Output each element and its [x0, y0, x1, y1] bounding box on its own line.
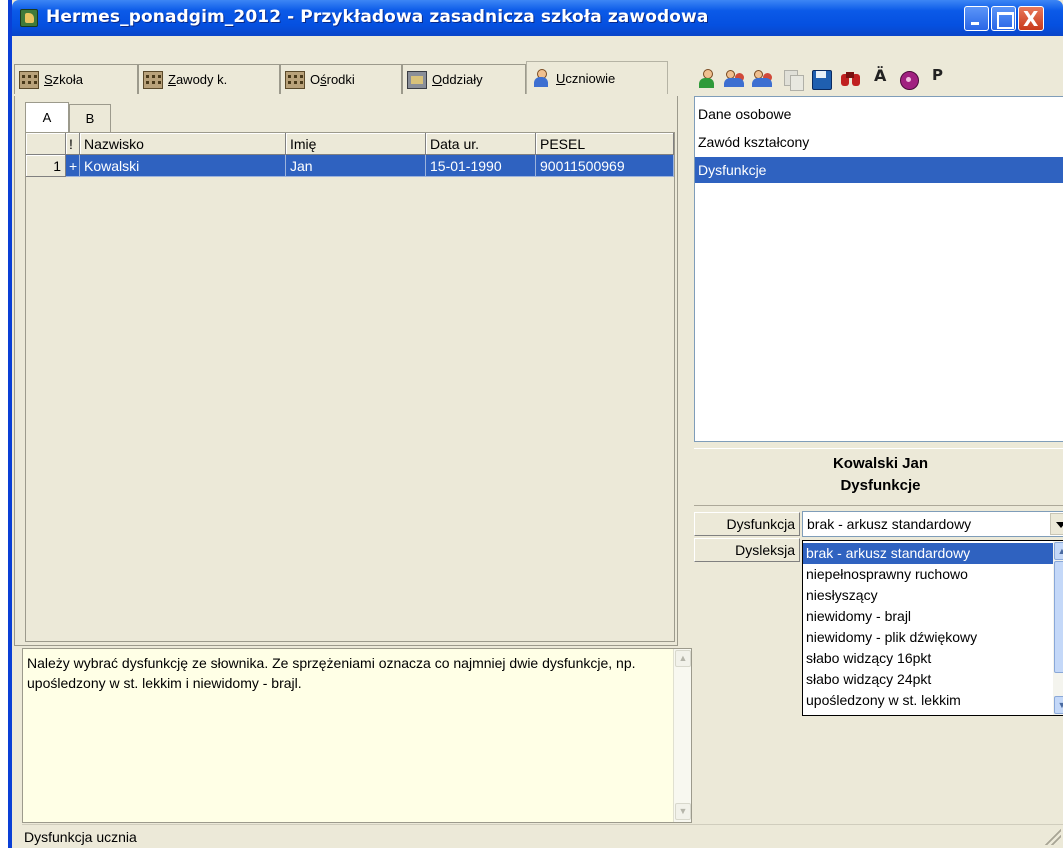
dropdown-option[interactable]: niewidomy - plik dźwiękowy: [803, 627, 1053, 648]
dysfunkcja-select-value: brak - arkusz standardowy: [807, 516, 972, 532]
column-header-mark[interactable]: !: [66, 133, 80, 155]
dropdown-option[interactable]: upośledzony w st. lekkim: [803, 690, 1053, 711]
dropdown-option[interactable]: niepełnosprawny ruchowo: [803, 564, 1053, 585]
students-panel: A B ! Nazwisko Imię Data ur. PESEL 1 + K…: [14, 96, 678, 646]
dropdown-option[interactable]: słabo widzący 24pkt: [803, 669, 1053, 690]
table-header: ! Nazwisko Imię Data ur. PESEL: [26, 133, 674, 155]
title-bar[interactable]: Hermes_ponadgim_2012 - Przykładowa zasad…: [12, 0, 1063, 36]
classroom-icon: [407, 70, 427, 89]
building-icon: [19, 70, 39, 89]
hint-box: Należy wybrać dysfunkcję ze słownika. Ze…: [22, 648, 692, 823]
window-title: Hermes_ponadgim_2012 - Przykładowa zasad…: [46, 7, 709, 27]
umlaut-a-icon[interactable]: Ä: [874, 66, 886, 85]
dropdown-option[interactable]: niesłyszący: [803, 585, 1053, 606]
dropdown-scrollbar[interactable]: ▲ ▼: [1053, 541, 1063, 715]
tab-label: Zawody k.: [168, 72, 228, 87]
dropdown-option[interactable]: słabo widzący 16pkt: [803, 648, 1053, 669]
section-title: Dysfunkcje: [840, 477, 921, 494]
hint-text: Należy wybrać dysfunkcję ze słownika. Ze…: [27, 655, 636, 691]
column-header-data-ur[interactable]: Data ur.: [426, 133, 536, 155]
dropdown-option[interactable]: niewidomy - brajl: [803, 606, 1053, 627]
detail-header: Kowalski Jan Dysfunkcje: [694, 448, 1063, 506]
tab-label: Oddziały: [432, 72, 483, 87]
add-student-icon[interactable]: [696, 68, 718, 90]
group-icon[interactable]: [752, 68, 774, 90]
scroll-down-arrow-icon[interactable]: ▼: [1054, 696, 1063, 714]
column-header-imie[interactable]: Imię: [286, 133, 426, 155]
scroll-thumb[interactable]: [1054, 561, 1063, 673]
subtab-a[interactable]: A: [25, 102, 69, 132]
cell-imie: Jan: [286, 155, 426, 177]
subtab-b[interactable]: B: [69, 104, 111, 132]
status-bar: Dysfunkcja ucznia: [22, 824, 1063, 848]
table-row[interactable]: 1 + Kowalski Jan 15-01-1990 90011500969: [26, 155, 674, 177]
application-window: Hermes_ponadgim_2012 - Przykładowa zasad…: [8, 0, 1063, 848]
close-button[interactable]: X: [1018, 6, 1044, 31]
cell-data-ur: 15-01-1990: [426, 155, 536, 177]
students-table: ! Nazwisko Imię Data ur. PESEL 1 + Kowal…: [25, 132, 675, 642]
list-item-dane-osobowe[interactable]: Dane osobowe: [695, 101, 1063, 127]
scroll-up-arrow-icon[interactable]: ▲: [675, 650, 691, 667]
column-header-pesel[interactable]: PESEL: [536, 133, 674, 155]
dysfunkcja-dropdown: brak - arkusz standardowy niepełnosprawn…: [802, 540, 1063, 716]
save-icon[interactable]: [810, 68, 832, 90]
hint-scrollbar[interactable]: ▲ ▼: [673, 649, 691, 822]
cell-pesel: 90011500969: [536, 155, 674, 177]
tab-oddzialy[interactable]: Oddziały: [402, 64, 526, 94]
tab-zawody[interactable]: Zawody k.: [138, 64, 280, 94]
dysleksja-label: Dysleksja: [694, 538, 800, 562]
tab-label: Szkoła: [44, 72, 84, 87]
close-icon: X: [1023, 7, 1039, 31]
dysfunkcja-select[interactable]: brak - arkusz standardowy: [802, 511, 1063, 537]
app-icon[interactable]: [20, 9, 38, 27]
tab-uczniowie[interactable]: Uczniowie: [526, 61, 668, 94]
dropdown-option[interactable]: brak - arkusz standardowy: [803, 543, 1053, 564]
chevron-down-icon[interactable]: [1050, 513, 1063, 535]
tab-label: Uczniowie: [556, 70, 616, 86]
section-list: Dane osobowe Zawód kształcony Dysfunkcje: [694, 96, 1063, 442]
column-header-nazwisko[interactable]: Nazwisko: [80, 133, 286, 155]
list-item-zawod[interactable]: Zawód kształcony: [695, 129, 1063, 155]
building-icon: [143, 70, 163, 89]
list-item-dysfunkcje[interactable]: Dysfunkcje: [695, 157, 1063, 183]
dysfunkcja-label: Dysfunkcja: [694, 512, 800, 536]
row-number: 1: [26, 155, 66, 177]
column-header-number[interactable]: [26, 133, 66, 155]
search-binoculars-icon[interactable]: [840, 68, 862, 90]
cell-nazwisko: Kowalski: [80, 155, 286, 177]
scroll-down-arrow-icon[interactable]: ▼: [675, 803, 691, 820]
status-text: Dysfunkcja ucznia: [24, 829, 137, 845]
scroll-up-arrow-icon[interactable]: ▲: [1054, 542, 1063, 560]
students-icon[interactable]: [724, 68, 746, 90]
student-name: Kowalski Jan: [832, 455, 929, 472]
minimize-button[interactable]: [964, 6, 989, 31]
tab-szkola[interactable]: Szkoła: [14, 64, 138, 94]
row-mark: +: [66, 155, 80, 177]
resize-grip-icon[interactable]: [1043, 827, 1061, 845]
maximize-button[interactable]: [991, 6, 1016, 31]
toolbar: Ä P: [696, 64, 1063, 94]
building-icon: [285, 70, 305, 89]
copy-icon[interactable]: [782, 68, 804, 91]
tab-label: Ośrodki: [310, 72, 355, 87]
disk-icon[interactable]: [898, 68, 920, 90]
student-icon: [531, 69, 551, 87]
tab-osrodki[interactable]: Ośrodki: [280, 64, 402, 94]
p-icon[interactable]: P: [932, 66, 943, 84]
